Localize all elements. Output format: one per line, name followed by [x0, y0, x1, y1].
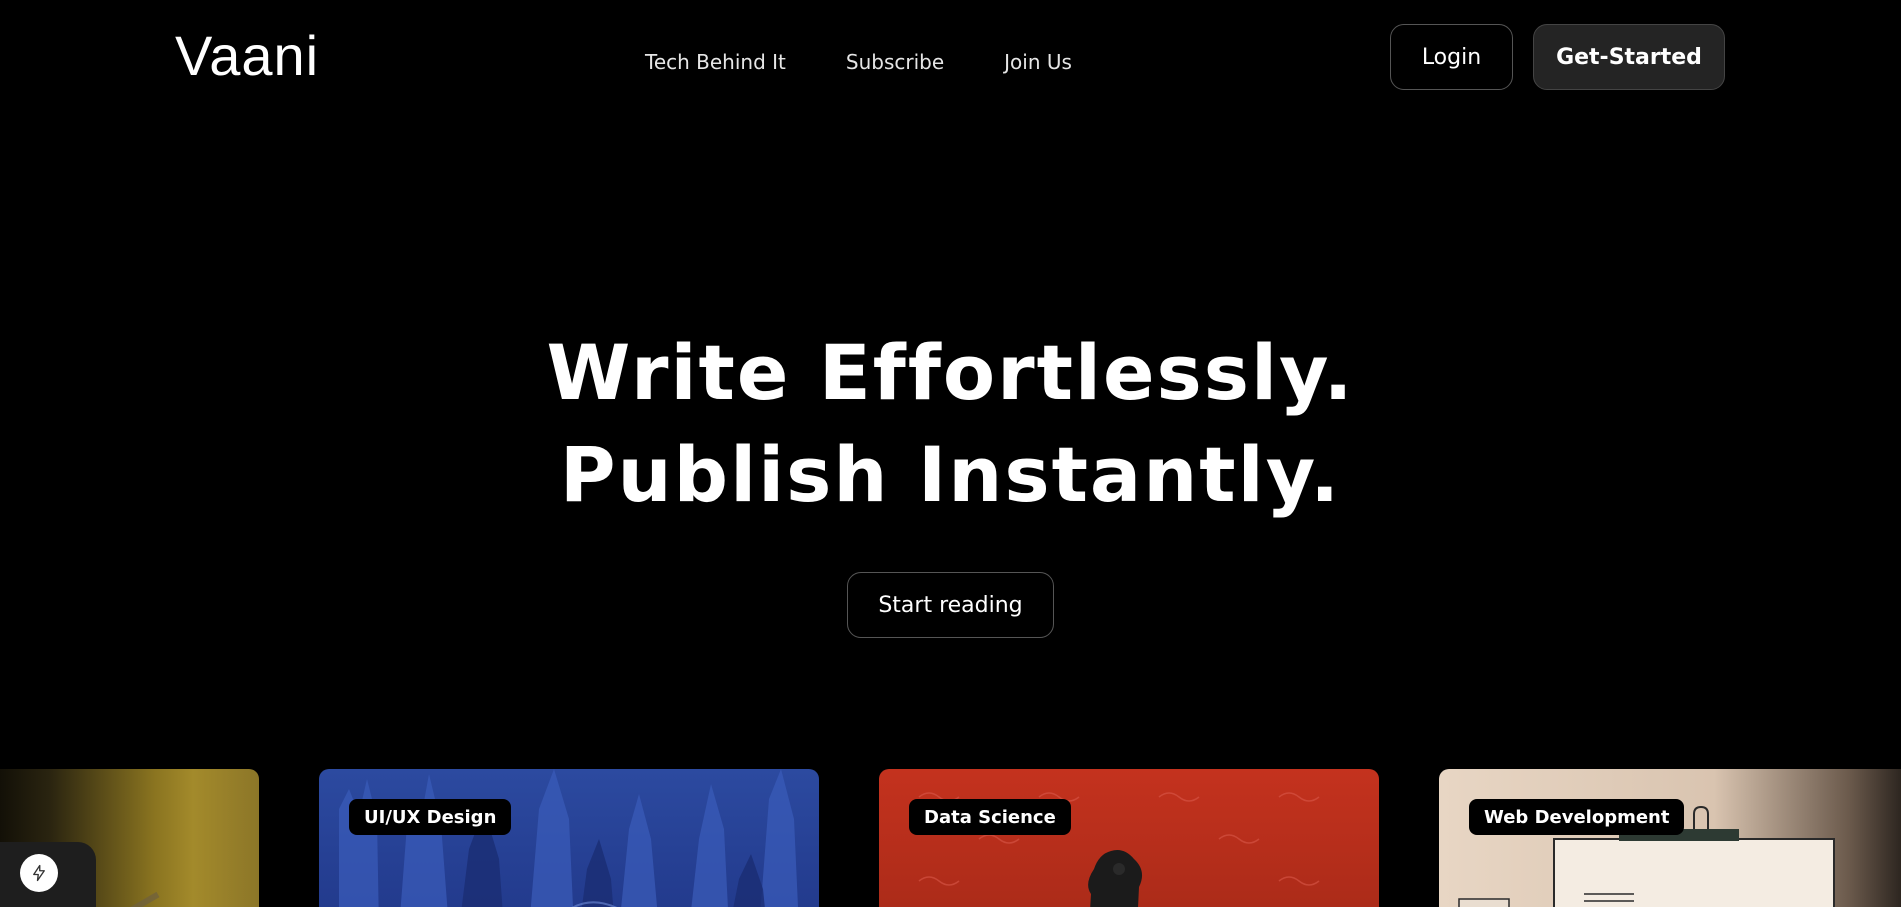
card-tag-data-science: Data Science — [909, 799, 1071, 835]
patterned-illustration — [918, 792, 1320, 907]
nav-link-subscribe[interactable]: Subscribe — [846, 50, 944, 74]
category-card-data-science[interactable]: Data Science — [879, 769, 1379, 907]
get-started-button[interactable]: Get-Started — [1533, 24, 1725, 90]
category-card-uiux[interactable]: UI/UX Design — [319, 769, 819, 907]
card-tag-web-development: Web Development — [1469, 799, 1685, 835]
main-nav: Tech Behind It Subscribe Join Us — [645, 50, 1072, 74]
whiteboard-illustration — [1458, 805, 1835, 907]
category-card-web-development[interactable]: Web Development — [1439, 769, 1901, 907]
landing-page: Vaani Tech Behind It Subscribe Join Us L… — [0, 0, 1901, 907]
nav-link-tech-behind-it[interactable]: Tech Behind It — [645, 50, 786, 74]
card-tag-uiux: UI/UX Design — [349, 799, 512, 835]
nav-link-join-us[interactable]: Join Us — [1004, 50, 1072, 74]
login-button[interactable]: Login — [1390, 24, 1513, 90]
logo[interactable]: Vaani — [175, 28, 319, 84]
bolt-icon[interactable] — [20, 854, 58, 892]
hero-title-line1: Write Effortlessly. — [546, 328, 1355, 417]
forest-illustration — [339, 769, 798, 907]
hero-title-line2: Publish Instantly. — [559, 430, 1342, 519]
start-reading-button[interactable]: Start reading — [847, 572, 1054, 638]
